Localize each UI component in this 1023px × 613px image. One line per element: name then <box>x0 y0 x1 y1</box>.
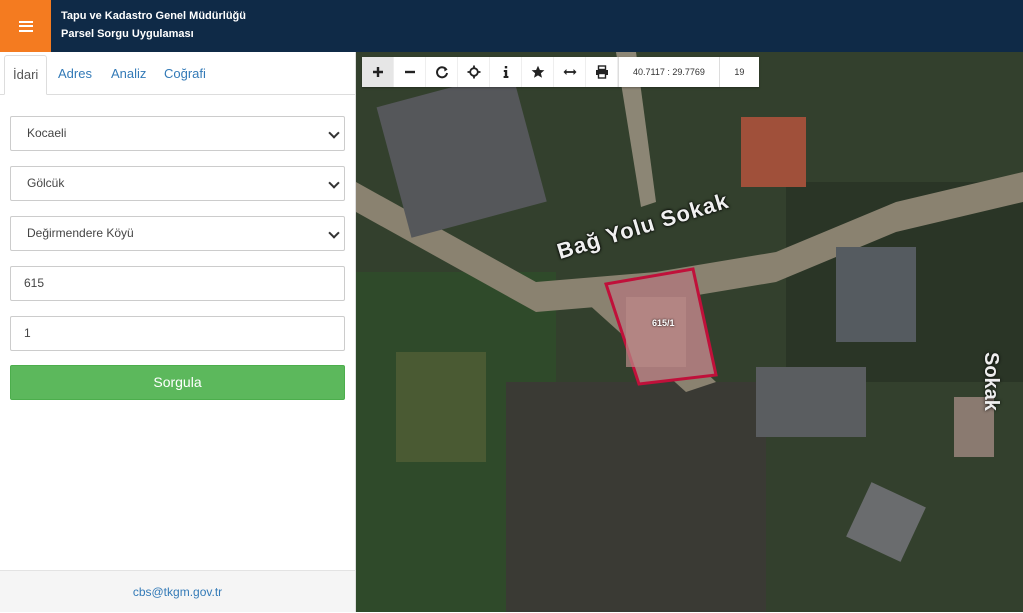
sidebar: İdari Adres Analiz Coğrafi Kocaeli Gölcü… <box>0 52 356 612</box>
chevron-down-icon <box>328 227 340 239</box>
parsel-input[interactable]: 1 <box>10 316 345 351</box>
locate-icon <box>467 65 480 79</box>
tab-analiz[interactable]: Analiz <box>103 55 154 95</box>
mahalle-select[interactable]: Değirmendere Köyü <box>10 216 345 251</box>
il-select[interactable]: Kocaeli <box>10 116 345 151</box>
locate-button[interactable] <box>458 57 490 87</box>
info-button[interactable] <box>490 57 522 87</box>
side-road-label: Sokak <box>980 352 1002 411</box>
sorgula-button[interactable]: Sorgula <box>10 365 345 400</box>
print-icon <box>595 65 608 79</box>
measure-icon <box>563 69 576 75</box>
hamburger-icon <box>18 20 33 32</box>
ilce-select[interactable]: Gölcük <box>10 166 345 201</box>
measure-button[interactable] <box>554 57 586 87</box>
chevron-down-icon <box>328 127 340 139</box>
zoom-in-button[interactable] <box>362 57 394 87</box>
tab-adres[interactable]: Adres <box>50 55 100 95</box>
il-select-value: Kocaeli <box>27 126 67 140</box>
menu-button[interactable] <box>0 0 51 52</box>
map-toolbar: 40.7117 : 29.7769 19 <box>362 57 759 87</box>
parcel-label: 615/1 <box>652 318 675 328</box>
info-icon <box>503 66 508 78</box>
map-view[interactable]: 40.7117 : 29.7769 19 Bağ Yolu Sokak 615/… <box>356 52 1023 612</box>
favorite-button[interactable] <box>522 57 554 87</box>
tab-bar: İdari Adres Analiz Coğrafi <box>0 52 356 95</box>
mahalle-select-value: Değirmendere Köyü <box>27 226 134 240</box>
app-subtitle: Parsel Sorgu Uygulaması <box>61 28 194 40</box>
refresh-icon <box>435 66 448 79</box>
app-header: Tapu ve Kadastro Genel Müdürlüğü Parsel … <box>0 0 1023 52</box>
zoom-out-icon <box>404 70 415 74</box>
tab-idari[interactable]: İdari <box>4 55 48 95</box>
app-title: Tapu ve Kadastro Genel Müdürlüğü <box>61 10 246 22</box>
coordinate-readout: 40.7117 : 29.7769 <box>618 57 719 87</box>
tab-cografi[interactable]: Coğrafi <box>156 55 214 95</box>
chevron-down-icon <box>328 177 340 189</box>
zoom-out-button[interactable] <box>394 57 426 87</box>
zoom-level-readout: 19 <box>718 57 759 87</box>
print-button[interactable] <box>586 57 618 87</box>
sidebar-footer: cbs@tkgm.gov.tr <box>0 570 355 612</box>
ada-input[interactable]: 615 <box>10 266 345 301</box>
star-icon <box>531 65 544 78</box>
ilce-select-value: Gölcük <box>27 176 65 190</box>
contact-email-link[interactable]: cbs@tkgm.gov.tr <box>133 585 222 599</box>
refresh-button[interactable] <box>426 57 458 87</box>
zoom-in-icon <box>372 67 383 77</box>
satellite-imagery <box>356 52 1023 612</box>
